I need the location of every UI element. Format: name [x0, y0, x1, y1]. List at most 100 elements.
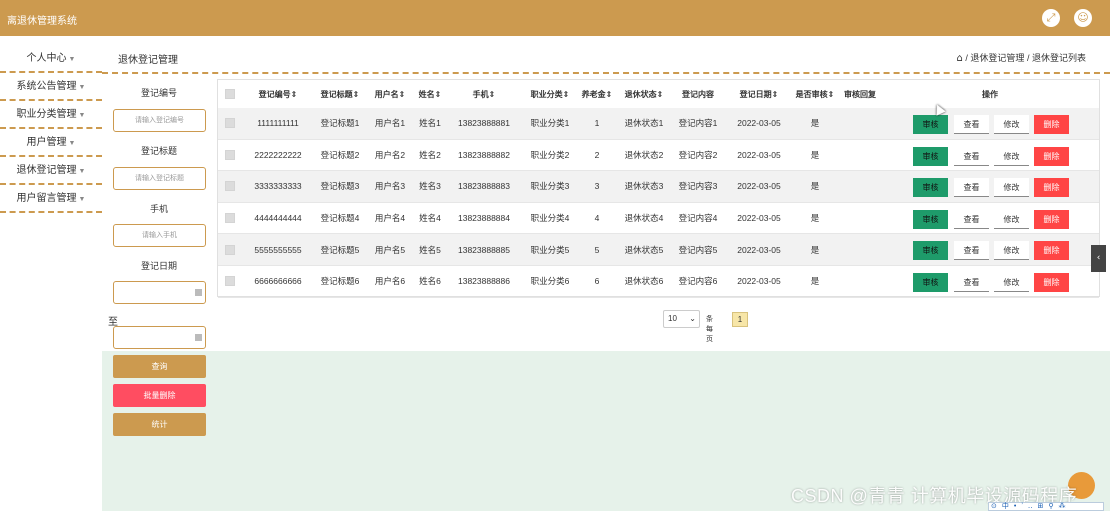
view-button[interactable]: 查看 — [954, 273, 989, 292]
audit-button[interactable]: 审核 — [913, 115, 948, 134]
view-button[interactable]: 查看 — [954, 209, 989, 229]
column-header[interactable]: 审核回复 — [840, 80, 880, 108]
delete-button[interactable]: 删除 — [1034, 115, 1069, 134]
code-label: 登记编号 — [140, 88, 177, 98]
chevron-down-icon: ▼ — [68, 140, 76, 147]
table-cell: 登记标题5 — [320, 244, 360, 255]
table-cell: 3333333333 — [254, 181, 302, 192]
sidebar-item-user-messages[interactable]: 用户留言管理 ▼ — [0, 185, 102, 213]
table-row: 4444444444 登记标题4 用户名4 姓名4 13823888884 职业分类4 4 退… — [218, 203, 1099, 235]
column-header[interactable]: 姓名⇕ — [412, 80, 448, 108]
view-button[interactable]: 查看 — [954, 178, 989, 198]
table-cell: 职业分类1 — [530, 118, 570, 129]
table-row: 1111111111 登记标题1 用户名1 姓名1 13823888881 职业分类1 1 退… — [218, 108, 1099, 140]
column-header[interactable]: 手机⇕ — [449, 80, 519, 108]
sidebar-item-personal-center[interactable]: 个人中心 ▼ — [0, 45, 102, 73]
fullscreen-icon[interactable]: ⤢ — [1042, 9, 1060, 27]
table-cell: 13823888886 — [457, 276, 510, 287]
phone-input[interactable] — [113, 224, 206, 247]
table-cell: 2222222222 — [254, 149, 302, 160]
table-cell: 2022-03-05 — [737, 118, 781, 129]
sidebar-item-job-categories[interactable]: 职业分类管理 ▼ — [0, 101, 102, 129]
column-header[interactable]: 登记内容 — [673, 80, 723, 108]
table-cell: 登记内容6 — [678, 276, 718, 287]
table-cell: 姓名6 — [419, 276, 441, 287]
edit-button[interactable]: 修改 — [994, 273, 1029, 292]
table-cell: 职业分类5 — [530, 244, 570, 255]
row-checkbox[interactable] — [222, 203, 238, 234]
title-input[interactable] — [113, 167, 206, 190]
edit-button[interactable]: 修改 — [994, 241, 1029, 261]
collapse-panel-tab[interactable]: ‹ — [1091, 245, 1106, 272]
column-header[interactable]: 养老金⇕ — [582, 80, 613, 108]
home-icon[interactable]: ⌂ — [957, 53, 963, 64]
edit-button[interactable]: 修改 — [994, 146, 1029, 166]
audit-button[interactable]: 审核 — [913, 209, 948, 229]
chevron-down-icon: ▼ — [78, 168, 86, 175]
data-table: 登记编号⇕ 登记标题⇕ 用户名⇕ 姓名⇕ 手机⇕ 职业分类⇕ 养老金⇕ 退休状态⇕ 登记内容 登记… — [217, 79, 1100, 298]
view-button[interactable]: 查看 — [954, 241, 989, 261]
chevron-down-icon: ▼ — [68, 56, 76, 63]
table-cell: 用户名1 — [374, 118, 406, 129]
page-title: 退休登记管理 — [118, 55, 178, 66]
table-cell: 登记标题6 — [320, 276, 360, 287]
row-checkbox[interactable] — [222, 108, 238, 139]
table-cell: 退休状态3 — [624, 181, 664, 192]
query-button[interactable]: 查询 — [113, 355, 206, 378]
audit-button[interactable]: 审核 — [913, 241, 948, 261]
select-all-checkbox[interactable] — [222, 80, 238, 108]
audit-button[interactable]: 审核 — [913, 178, 948, 198]
breadcrumb-item[interactable]: 退休登记管理 — [970, 53, 1024, 63]
row-checkbox[interactable] — [222, 234, 238, 265]
code-input[interactable] — [113, 109, 206, 132]
date-end-input[interactable] — [113, 326, 206, 349]
date-start-input[interactable] — [113, 281, 206, 304]
sidebar-item-retirement-registration[interactable]: 退休登记管理 ▼ — [0, 157, 102, 185]
audit-button[interactable]: 审核 — [913, 273, 948, 292]
view-button[interactable]: 查看 — [954, 115, 989, 134]
column-header[interactable]: 是否审核⇕ — [793, 80, 837, 108]
table-cell — [840, 266, 880, 297]
edit-button[interactable]: 修改 — [994, 115, 1029, 134]
row-checkbox[interactable] — [222, 171, 238, 202]
table-cell: 是 — [810, 276, 820, 287]
sidebar-item-users[interactable]: 用户管理 ▼ — [0, 129, 102, 157]
column-header[interactable]: 职业分类⇕ — [522, 80, 578, 108]
table-cell: 退休状态5 — [624, 244, 664, 255]
page-number-current[interactable]: 1 — [732, 312, 748, 327]
table-cell: 13823888882 — [457, 149, 510, 160]
user-avatar-icon[interactable]: ☺ — [1074, 9, 1092, 27]
delete-button[interactable]: 删除 — [1034, 178, 1069, 198]
page-size-select[interactable]: 10 ⌄ — [663, 310, 700, 328]
column-header[interactable]: 用户名⇕ — [370, 80, 410, 108]
edit-button[interactable]: 修改 — [994, 178, 1029, 198]
delete-button[interactable]: 删除 — [1034, 241, 1069, 261]
table-cell: 6 — [594, 276, 600, 287]
delete-button[interactable]: 删除 — [1034, 209, 1069, 229]
sidebar-item-announcements[interactable]: 系统公告管理 ▼ — [0, 73, 102, 101]
batch-delete-button[interactable]: 批量删除 — [113, 384, 206, 407]
column-header[interactable]: 登记标题⇕ — [310, 80, 370, 108]
table-cell: 登记标题1 — [320, 118, 360, 129]
sidebar: 个人中心 ▼ 系统公告管理 ▼ 职业分类管理 ▼ 用户管理 ▼ 退休登记管理 ▼ 用户留言… — [0, 36, 102, 213]
audit-button[interactable]: 审核 — [913, 146, 948, 166]
table-cell: 4444444444 — [254, 213, 302, 224]
column-header[interactable]: 登记日期⇕ — [729, 80, 789, 108]
table-cell: 登记内容4 — [678, 213, 718, 224]
table-cell: 6666666666 — [254, 276, 302, 287]
stats-button[interactable]: 统计 — [113, 413, 206, 436]
table-cell: 职业分类4 — [530, 213, 570, 224]
view-button[interactable]: 查看 — [954, 146, 989, 166]
table-cell: 退休状态4 — [624, 213, 664, 224]
row-checkbox[interactable] — [222, 140, 238, 171]
table-row: 3333333333 登记标题3 用户名3 姓名3 13823888883 职业分类3 3 退… — [218, 171, 1099, 203]
column-header[interactable]: 退休状态⇕ — [616, 80, 672, 108]
row-checkbox[interactable] — [222, 266, 238, 297]
table-cell: 用户名3 — [374, 181, 406, 192]
delete-button[interactable]: 删除 — [1034, 146, 1069, 166]
delete-button[interactable]: 删除 — [1034, 273, 1069, 292]
phone-label: 手机 — [149, 204, 168, 214]
edit-button[interactable]: 修改 — [994, 209, 1029, 229]
column-header[interactable]: 登记编号⇕ — [248, 80, 308, 108]
table-cell: 13823888883 — [457, 181, 510, 192]
